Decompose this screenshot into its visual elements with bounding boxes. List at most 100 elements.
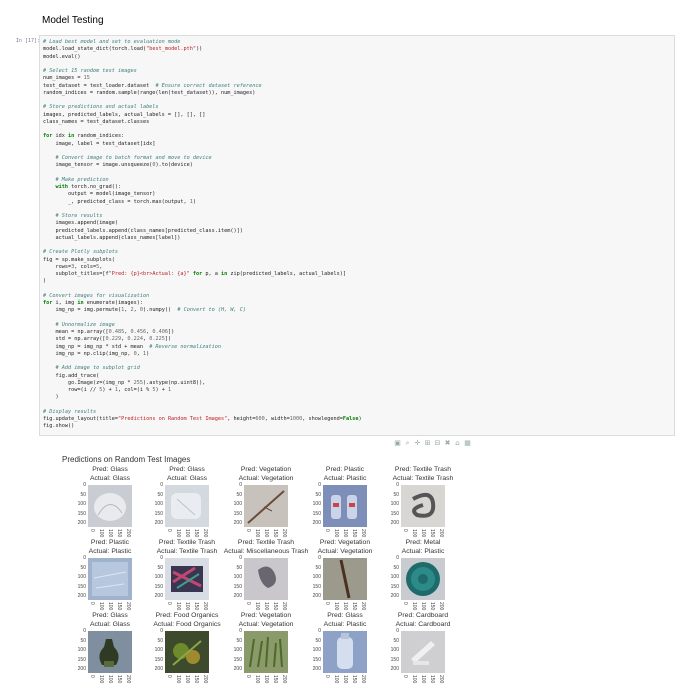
code-line: # Unnormalize image — [43, 322, 671, 329]
x-tick-label: 100 — [333, 602, 339, 611]
y-tick-label: 100 — [154, 647, 163, 653]
x-tick-label: 200 — [438, 675, 444, 684]
subplot-image[interactable] — [165, 558, 209, 600]
y-tick-label: 50 — [393, 491, 399, 498]
x-tick-label: 150 — [429, 675, 435, 684]
y-tick-label: 150 — [390, 656, 399, 663]
y-tick-label: 150 — [233, 656, 242, 663]
y-tick-label: 50 — [157, 637, 163, 644]
code-token: ).numpy() — [142, 307, 178, 314]
code-line: for idx in random_indices: — [43, 133, 671, 140]
y-tick-label: 150 — [390, 583, 399, 590]
code-token: model.eval() — [43, 53, 81, 60]
subplot-image[interactable] — [244, 558, 288, 600]
x-tick-label: 100 — [254, 675, 260, 684]
code-token: row=(i // — [43, 387, 100, 393]
code-token: 0.225 — [149, 336, 165, 343]
code-line: # Create Plotly subplots — [43, 249, 671, 256]
code-token: 0.485 — [108, 329, 125, 335]
y-tick-label: 100 — [312, 647, 321, 653]
zoom-icon[interactable]: ⌕ — [404, 440, 411, 447]
y-tick-label: 200 — [390, 666, 399, 672]
code-token: test_dataset = test_loader.dataset — [43, 82, 156, 89]
subplot-image[interactable] — [244, 485, 288, 527]
code-line: img_np = img.permute(1, 2, 0).numpy() # … — [43, 307, 671, 314]
code-token: # Create Plotly subplots — [43, 249, 118, 256]
cell-prompt: In [17]: — [15, 38, 40, 44]
code-cell[interactable]: # Load best model and set to evaluation … — [39, 35, 675, 436]
code-token: for — [192, 271, 203, 277]
subplot-image[interactable] — [165, 631, 209, 673]
x-tick-label: 100 — [254, 602, 260, 611]
reset-axes-icon[interactable]: ⌂ — [454, 440, 461, 447]
subplot-image[interactable] — [401, 485, 445, 527]
code-token: # Make prediction — [55, 176, 109, 183]
x-tick-label: 200 — [202, 529, 208, 538]
code-token: , cols= — [74, 263, 97, 270]
code-token: class_names = test_dataset.classes — [43, 118, 150, 125]
x-tick-label: 100 — [254, 529, 260, 538]
code-token: rows= — [43, 263, 72, 270]
subplot-image[interactable] — [323, 558, 367, 600]
code-token: )) — [196, 46, 203, 53]
code-token: fig.show() — [43, 423, 75, 430]
x-tick-label: 150 — [272, 529, 278, 538]
y-tick-label: 50 — [315, 637, 321, 644]
x-tick-label: 150 — [272, 602, 278, 611]
y-tick-label: 100 — [390, 501, 399, 507]
code-token: 0.456 — [130, 329, 147, 335]
plotly-logo-icon[interactable]: ▦ — [464, 440, 471, 447]
y-tick-label: 150 — [233, 583, 242, 590]
zoom-in-icon[interactable]: ⊞ — [424, 440, 431, 447]
x-tick-label: 150 — [116, 602, 122, 611]
x-tick-label: 100 — [342, 602, 348, 611]
code-token: images, predicted_labels, actual_labels … — [43, 111, 206, 118]
y-tick-label: 50 — [236, 491, 242, 498]
code-token: for — [43, 300, 53, 306]
code-line: # Load best model and set to evaluation … — [43, 39, 671, 46]
x-tick-label: 150 — [429, 529, 435, 538]
autoscale-icon[interactable]: ✖ — [444, 440, 451, 447]
subplot-image[interactable] — [88, 558, 132, 600]
plot-title: Predictions on Random Test Images — [62, 455, 191, 464]
code-line: image_tensor = image.unsqueeze(0).to(dev… — [43, 162, 671, 169]
code-line: fig.update_layout(title="Predictions on … — [43, 416, 671, 423]
code-line: test_dataset = test_loader.dataset # Ens… — [43, 83, 671, 90]
subplot-image[interactable] — [401, 631, 445, 673]
code-line: subplot_titles=[f"Pred: {p}<br>Actual: {… — [43, 271, 671, 278]
x-tick-label: 200 — [125, 602, 131, 611]
subplot-image[interactable] — [323, 485, 367, 527]
subplot-image[interactable] — [88, 631, 132, 673]
subplot-image[interactable] — [88, 485, 132, 527]
code-token: img_np = np.clip(img_np, — [43, 350, 134, 357]
code-line: images.append(image) — [43, 220, 671, 227]
x-tick-label: 200 — [125, 675, 131, 684]
y-tick-label: 0 — [396, 628, 399, 634]
subplot-image[interactable] — [244, 631, 288, 673]
y-tick-label: 50 — [157, 491, 163, 498]
code-token: , showlegend= — [302, 416, 343, 422]
camera-icon[interactable]: ▣ — [394, 440, 401, 447]
code-token: zip(predicted_labels, actual_labels)] — [227, 271, 346, 277]
subplot-image[interactable] — [323, 631, 367, 673]
code-editor[interactable]: # Load best model and set to evaluation … — [43, 39, 671, 431]
code-token: img_np = img.permute( — [43, 307, 122, 314]
x-tick-label: 200 — [438, 529, 444, 538]
pan-icon[interactable]: ✛ — [414, 440, 421, 447]
x-tick-label: 150 — [193, 675, 199, 684]
code-line: with torch.no_grad(): — [43, 184, 671, 191]
code-token: random_indices: — [74, 133, 125, 140]
code-token: ) — [146, 350, 150, 357]
code-token: # Add image to subplot grid — [55, 365, 140, 372]
zoom-out-icon[interactable]: ⊟ — [434, 440, 441, 447]
x-tick-label: 100 — [98, 675, 104, 684]
y-tick-label: 0 — [83, 628, 86, 634]
subplot-image[interactable] — [401, 558, 445, 600]
subplot-image[interactable] — [165, 485, 209, 527]
